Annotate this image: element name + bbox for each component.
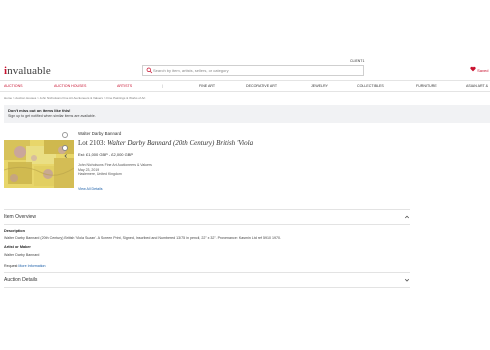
artist-maker-label: Artist or Maker xyxy=(4,245,31,249)
logo-text: nvaluable xyxy=(7,65,51,77)
breadcrumb[interactable]: Home > Auction Houses > John Nicholsons … xyxy=(4,96,145,100)
request-prefix: Request xyxy=(4,264,19,268)
auction-house-info: John Nicholsons Fine Art Auctioneers & V… xyxy=(78,163,152,177)
artist-maker-value: Walter Darby Bannard xyxy=(4,253,40,257)
nav-collectibles[interactable]: COLLECTIBLES xyxy=(357,84,384,88)
invaluable-logo[interactable]: invaluable xyxy=(4,65,51,77)
nav-decorative-art[interactable]: DECORATIVE ART xyxy=(246,84,277,88)
divider xyxy=(4,224,410,225)
image-nav-button[interactable] xyxy=(62,145,68,158)
main-nav: AUCTIONS AUCTION HOUSES ARTISTS | FINE A… xyxy=(0,80,490,92)
nav-fine-art[interactable]: FINE ART xyxy=(199,84,215,88)
nav-auction-houses[interactable]: AUCTION HOUSES xyxy=(54,84,86,88)
chevron-left-icon xyxy=(64,154,67,158)
search-input[interactable]: Search by item, artists, sellers, or cat… xyxy=(142,65,364,76)
request-info: Request More Information xyxy=(4,264,46,268)
nav-artists[interactable]: ARTISTS xyxy=(117,84,132,88)
divider xyxy=(4,272,410,273)
notify-title: Don't miss out on items like this! xyxy=(8,108,71,113)
lot-name: Walter Darby Bannard (20th Century) Brit… xyxy=(107,139,254,147)
lot-artist[interactable]: Walter Darby Bannard xyxy=(78,131,121,136)
client-number: CLIENT1 xyxy=(350,59,365,63)
item-overview-heading: Item Overview xyxy=(4,214,36,220)
auction-house-name[interactable]: John Nicholsons Fine Art Auctioneers & V… xyxy=(78,163,152,168)
lot-estimate: Est: £1,000 GBP - £2,000 GBP xyxy=(78,152,134,157)
auction-details-heading: Auction Details xyxy=(4,277,38,283)
nav-auctions[interactable]: AUCTIONS xyxy=(4,84,23,88)
nav-furniture[interactable]: FURNITURE xyxy=(416,84,437,88)
auction-location: Haslemere, United Kingdom xyxy=(78,172,122,177)
notify-subtitle: Sign up to get notified when similar ite… xyxy=(8,114,96,118)
heart-icon xyxy=(470,66,476,72)
saved-button[interactable]: Saved xyxy=(470,66,488,73)
share-icon[interactable] xyxy=(62,132,68,138)
nav-jewelry[interactable]: JEWELRY xyxy=(311,84,328,88)
view-all-details-link[interactable]: View All Details xyxy=(78,187,103,191)
search-placeholder: Search by item, artists, sellers, or cat… xyxy=(153,67,229,73)
chevron-up-icon xyxy=(404,215,410,219)
lot-title: Lot 2103: Walter Darby Bannard (20th Cen… xyxy=(78,139,253,147)
saved-label: Saved xyxy=(477,68,489,73)
description-text: Walter Darby Bannard (20th Century) Brit… xyxy=(4,236,282,240)
lot-number: Lot 2103: xyxy=(78,139,108,147)
more-information-link[interactable]: More Information xyxy=(18,264,45,268)
nav-asian-art[interactable]: ASIAN ART & xyxy=(466,84,488,88)
nav-separator: | xyxy=(162,84,163,88)
notify-banner[interactable]: Don't miss out on items like this! Sign … xyxy=(4,105,490,123)
search-icon xyxy=(146,67,153,74)
auction-details-toggle[interactable]: Auction Details xyxy=(4,275,410,285)
divider xyxy=(4,287,410,288)
chevron-down-icon xyxy=(404,278,410,282)
divider xyxy=(4,209,410,210)
item-overview-toggle[interactable]: Item Overview xyxy=(4,212,410,222)
description-label: Description xyxy=(4,229,25,233)
